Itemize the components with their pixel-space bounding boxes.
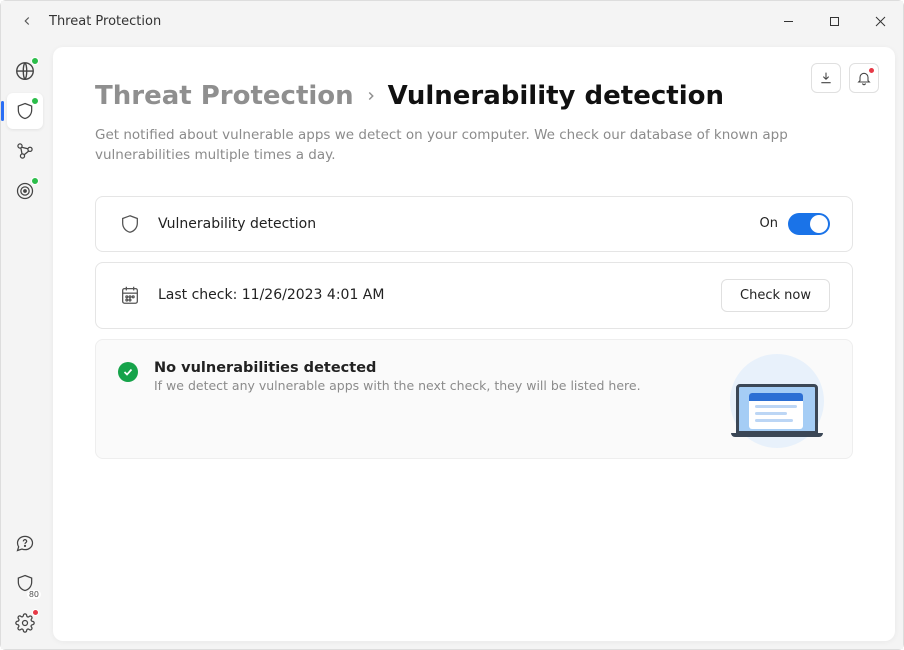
- maximize-button[interactable]: [811, 1, 857, 41]
- status-dot-icon: [31, 177, 39, 185]
- breadcrumb: Threat Protection Vulnerability detectio…: [95, 81, 853, 111]
- download-button[interactable]: [811, 63, 841, 93]
- detection-toggle-label: Vulnerability detection: [158, 216, 760, 232]
- sidebar-item-darkweb[interactable]: [7, 173, 43, 209]
- last-check-card: Last check: 11/26/2023 4:01 AM Check now: [95, 262, 853, 329]
- window-controls: [765, 1, 903, 41]
- page-title: Vulnerability detection: [388, 81, 724, 111]
- status-panel: No vulnerabilities detected If we detect…: [95, 339, 853, 459]
- alert-dot-icon: [32, 609, 39, 616]
- page-description: Get notified about vulnerable apps we de…: [95, 125, 835, 166]
- status-dot-icon: [31, 97, 39, 105]
- stats-badge: 80: [27, 590, 41, 599]
- status-title: No vulnerabilities detected: [154, 360, 641, 376]
- window-title: Threat Protection: [45, 14, 765, 29]
- last-check-label: Last check: 11/26/2023 4:01 AM: [158, 287, 721, 303]
- sidebar-item-stats[interactable]: 80: [7, 565, 43, 601]
- sidebar-item-settings[interactable]: [7, 605, 43, 641]
- sidebar-item-vpn[interactable]: [7, 53, 43, 89]
- checkmark-icon: [118, 362, 138, 382]
- minimize-button[interactable]: [765, 1, 811, 41]
- notifications-button[interactable]: [849, 63, 879, 93]
- titlebar: Threat Protection: [1, 1, 903, 41]
- breadcrumb-parent[interactable]: Threat Protection: [95, 81, 354, 111]
- alert-dot-icon: [868, 67, 875, 74]
- sidebar-item-meshnet[interactable]: [7, 133, 43, 169]
- detection-toggle-card: Vulnerability detection On: [95, 196, 853, 252]
- chevron-right-icon: [364, 89, 378, 103]
- main-content: Threat Protection Vulnerability detectio…: [53, 47, 895, 641]
- sidebar-item-help[interactable]: [7, 525, 43, 561]
- sidebar-item-threat-protection[interactable]: [7, 93, 43, 129]
- back-button[interactable]: [9, 3, 45, 39]
- calendar-icon: [118, 284, 142, 306]
- shield-icon: [118, 213, 142, 235]
- laptop-illustration: [730, 354, 824, 448]
- sidebar: 80: [1, 41, 49, 649]
- toggle-state-text: On: [760, 216, 778, 231]
- detection-toggle[interactable]: [788, 213, 830, 235]
- check-now-button[interactable]: Check now: [721, 279, 830, 312]
- status-dot-icon: [31, 57, 39, 65]
- close-button[interactable]: [857, 1, 903, 41]
- status-subtitle: If we detect any vulnerable apps with th…: [154, 378, 641, 393]
